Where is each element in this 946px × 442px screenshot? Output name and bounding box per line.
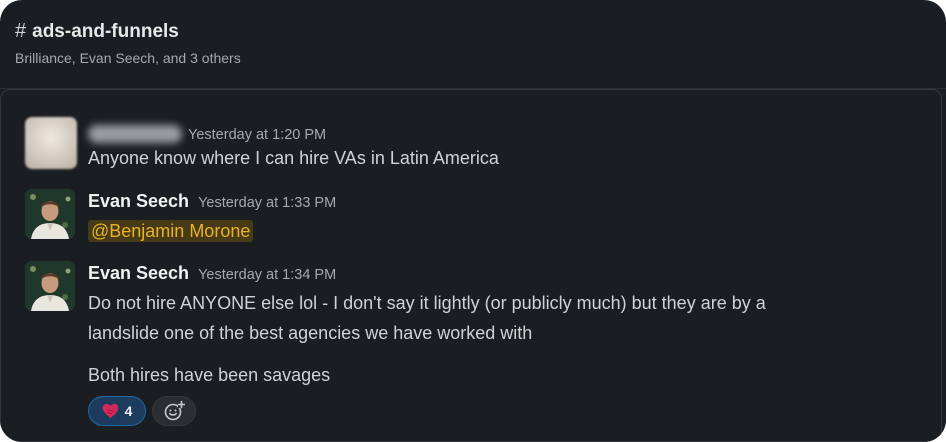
person-avatar-icon: [25, 261, 75, 311]
message-text-line: landslide one of the best agencies we ha…: [88, 323, 533, 343]
channel-header: # ads-and-funnels Brilliance, Evan Seech…: [0, 0, 946, 88]
person-avatar-icon: [25, 189, 75, 239]
hash-icon: #: [15, 20, 27, 42]
avatar[interactable]: [25, 189, 75, 239]
message: Yesterday at 1:20 PM Anyone know where I…: [25, 117, 905, 177]
message-list: Yesterday at 1:20 PM Anyone know where I…: [0, 89, 942, 442]
author-name-redacted[interactable]: [88, 125, 182, 143]
add-reaction-button[interactable]: [152, 396, 196, 426]
app-window: # ads-and-funnels Brilliance, Evan Seech…: [0, 0, 946, 442]
timestamp[interactable]: Yesterday at 1:20 PM: [188, 127, 326, 143]
avatar[interactable]: [25, 261, 75, 311]
reaction-count: 4: [124, 403, 133, 419]
timestamp[interactable]: Yesterday at 1:33 PM: [198, 195, 336, 211]
message-text: @Benjamin Morone: [88, 216, 888, 246]
channel-members[interactable]: Brilliance, Evan Seech, and 3 others: [15, 50, 241, 66]
avatar[interactable]: [25, 117, 77, 169]
timestamp[interactable]: Yesterday at 1:34 PM: [198, 267, 336, 283]
user-mention[interactable]: @Benjamin Morone: [88, 220, 254, 242]
channel-name: ads-and-funnels: [32, 20, 179, 42]
add-emoji-icon: [164, 400, 185, 421]
reactions-bar: 4: [88, 396, 196, 426]
channel-title[interactable]: # ads-and-funnels: [15, 20, 179, 43]
message: Evan Seech Yesterday at 1:34 PM Do not h…: [25, 261, 905, 431]
reaction-heart[interactable]: 4: [88, 396, 146, 426]
message-panel: Yesterday at 1:20 PM Anyone know where I…: [0, 88, 946, 442]
message: Evan Seech Yesterday at 1:33 PM @Benjami…: [25, 189, 905, 249]
message-text-line: Do not hire ANYONE else lol - I don't sa…: [88, 293, 766, 313]
message-header: Yesterday at 1:20 PM: [88, 121, 326, 143]
author-name[interactable]: Evan Seech: [88, 191, 189, 212]
message-text-paragraph: Both hires have been savages: [88, 365, 331, 385]
heart-icon: [102, 403, 118, 419]
author-name[interactable]: Evan Seech: [88, 263, 189, 284]
message-text: Do not hire ANYONE else lol - I don't sa…: [88, 288, 888, 348]
message-text: Anyone know where I can hire VAs in Lati…: [88, 148, 499, 168]
message-header: Evan Seech Yesterday at 1:33 PM: [88, 191, 336, 212]
message-header: Evan Seech Yesterday at 1:34 PM: [88, 263, 336, 284]
